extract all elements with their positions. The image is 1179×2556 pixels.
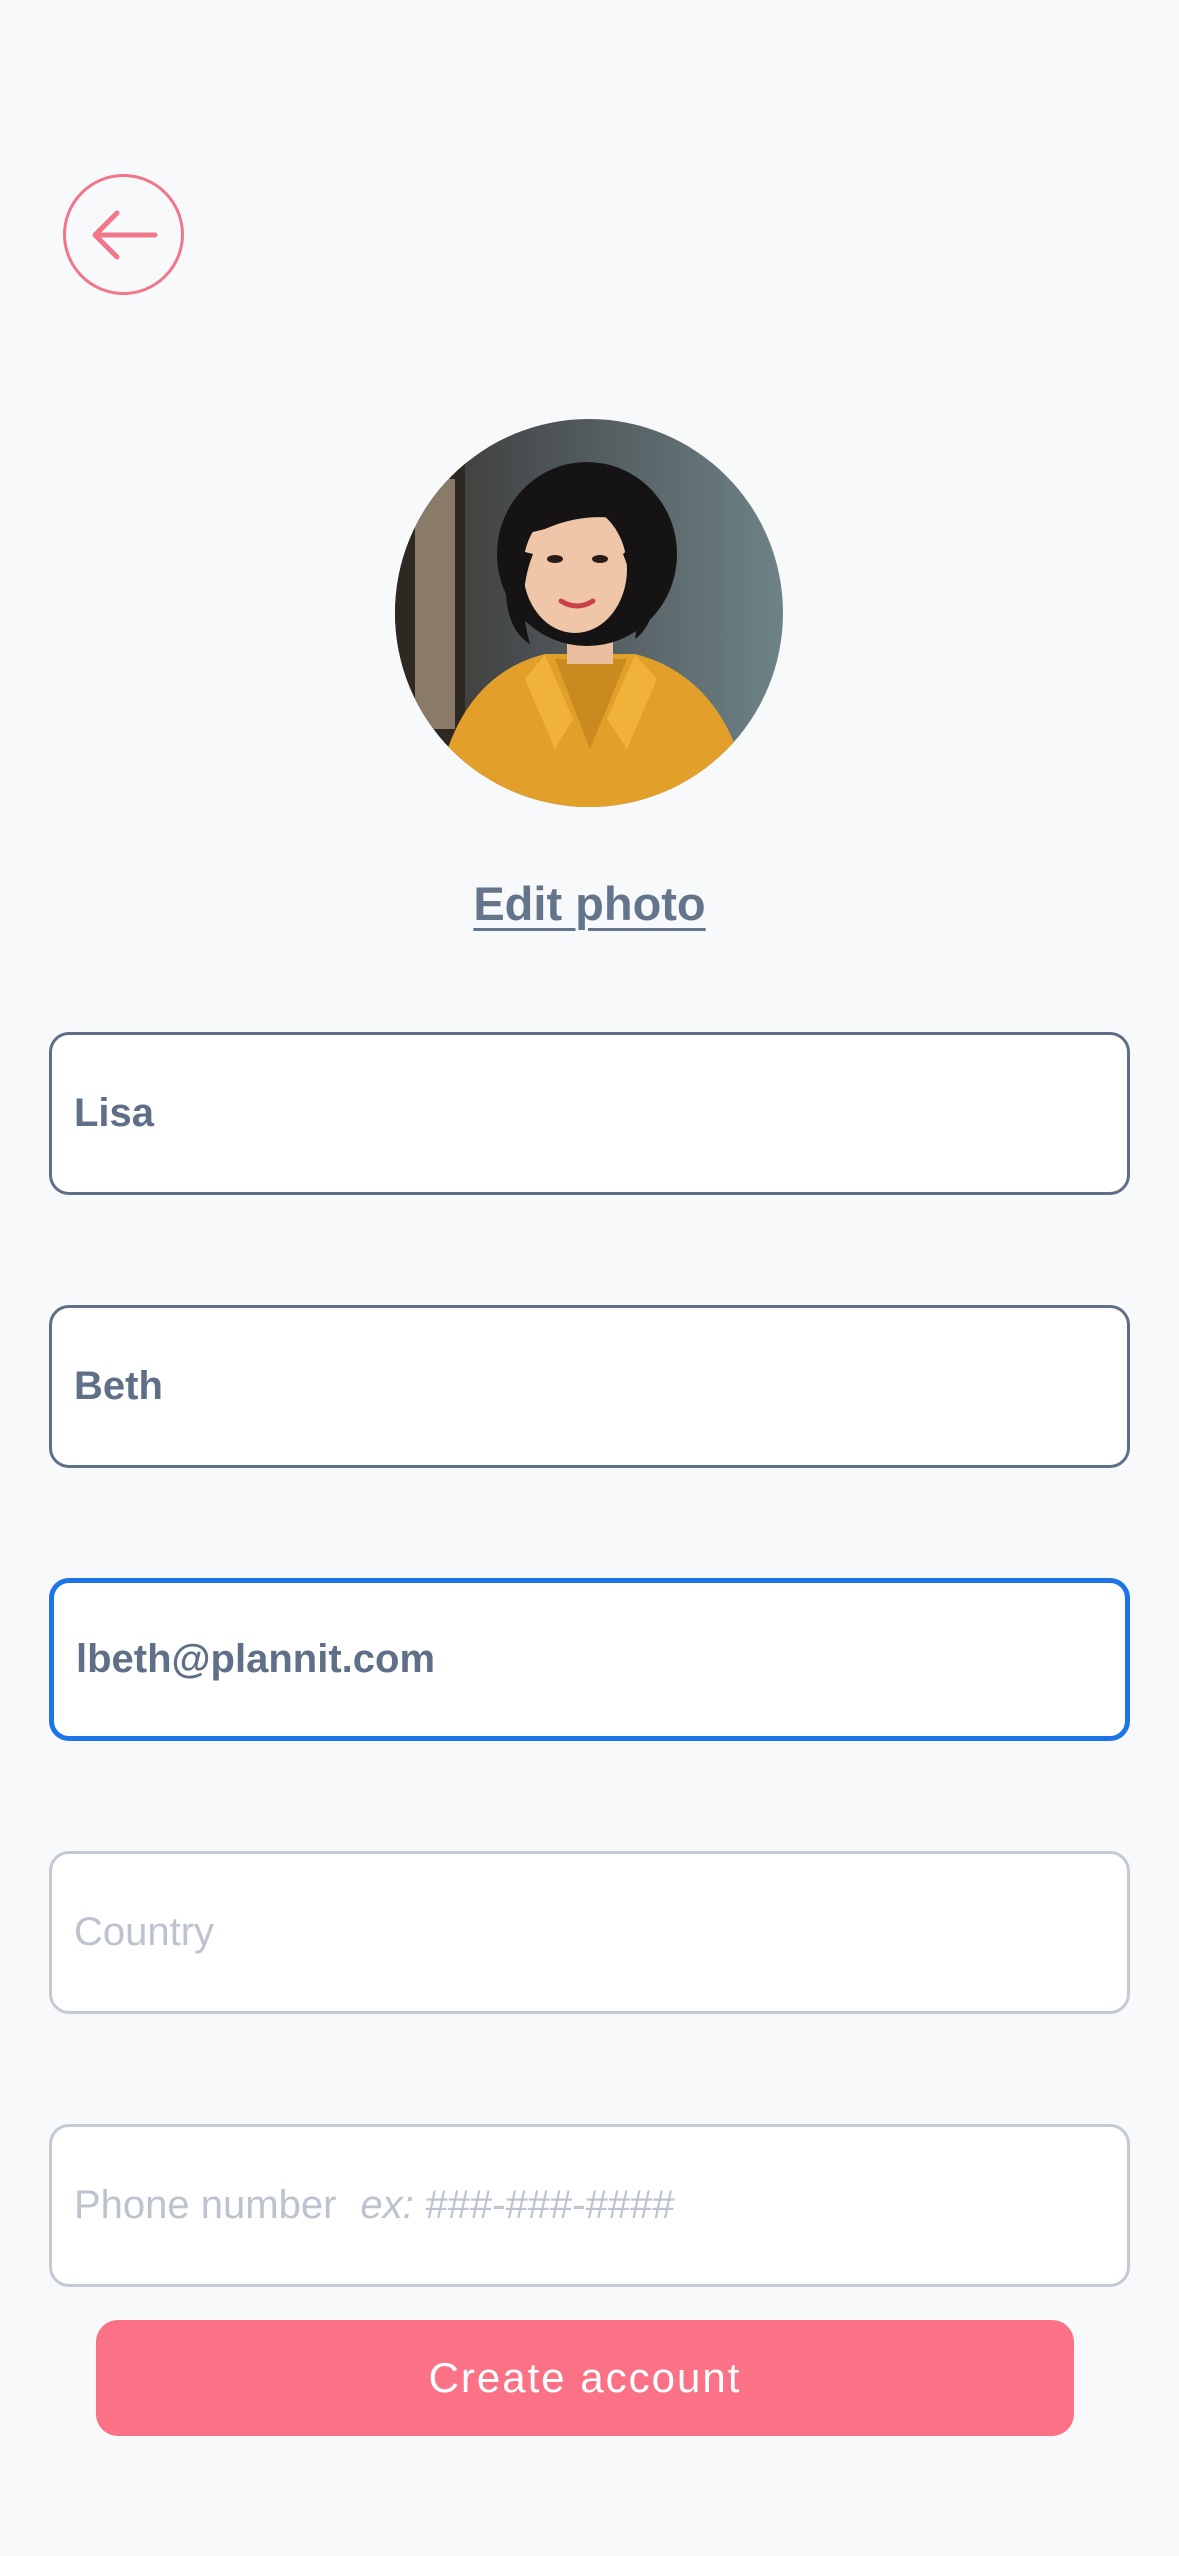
email-value: lbeth@plannit.com <box>76 1637 436 1681</box>
phone-number-field[interactable]: Phone number ex: ###-###-#### <box>49 2124 1130 2287</box>
profile-photo <box>395 419 783 807</box>
back-button[interactable] <box>63 174 184 295</box>
last-name-value: Beth <box>74 1364 163 1408</box>
email-field[interactable]: lbeth@plannit.com <box>49 1578 1130 1741</box>
country-field[interactable]: Country <box>49 1851 1130 2014</box>
first-name-value: Lisa <box>74 1091 155 1135</box>
phone-placeholder: Phone number <box>74 2183 337 2227</box>
avatar[interactable] <box>395 419 783 807</box>
first-name-field[interactable]: Lisa <box>49 1032 1130 1195</box>
phone-format-hint: ex: ###-###-#### <box>360 2183 674 2227</box>
edit-photo-link-container: Edit photo <box>0 876 1179 931</box>
create-account-button[interactable]: Create account <box>96 2320 1074 2436</box>
last-name-field[interactable]: Beth <box>49 1305 1130 1468</box>
edit-photo-link[interactable]: Edit photo <box>473 877 705 930</box>
country-placeholder: Country <box>74 1910 215 1954</box>
create-account-label: Create account <box>428 2354 742 2401</box>
arrow-left-icon <box>92 210 157 259</box>
